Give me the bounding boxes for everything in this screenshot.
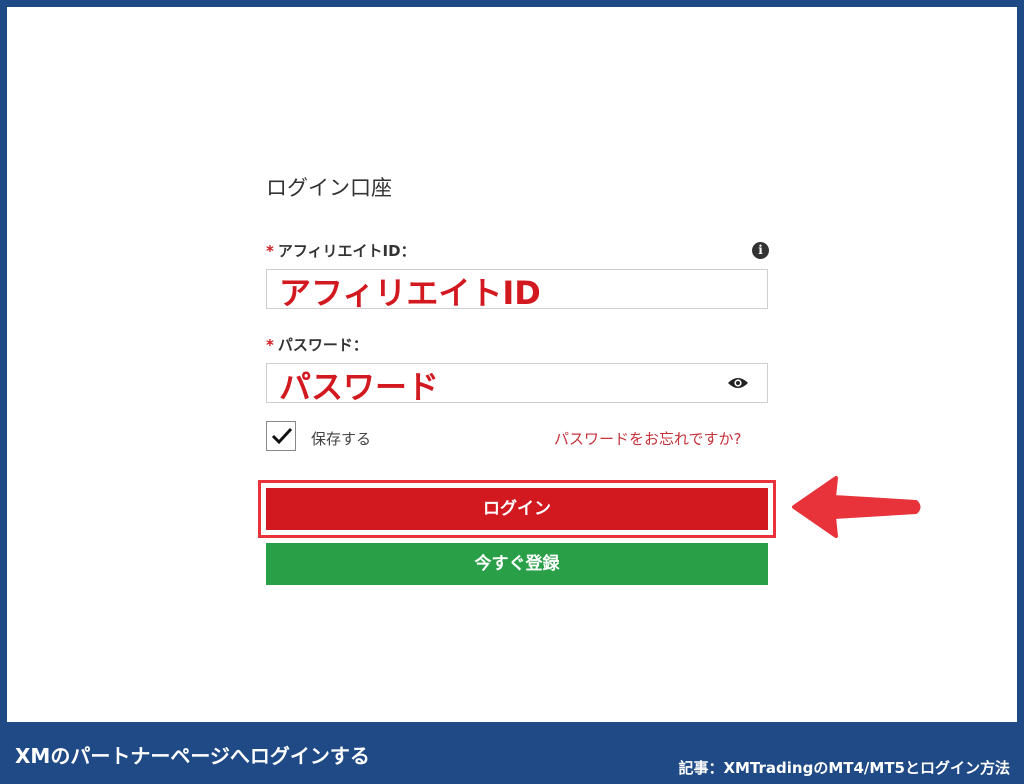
check-icon bbox=[271, 427, 293, 445]
required-mark: * bbox=[266, 242, 274, 260]
login-button[interactable]: ログイン bbox=[266, 488, 768, 530]
password-input[interactable]: パスワード bbox=[266, 363, 768, 406]
affiliate-id-input[interactable]: アフィリエイトID bbox=[266, 269, 768, 312]
info-icon[interactable]: i bbox=[752, 242, 769, 259]
register-button[interactable]: 今すぐ登録 bbox=[266, 543, 768, 585]
caption-article: 記事：XMTradingのMT4/MT5とログイン方法 bbox=[678, 759, 1010, 777]
required-mark: * bbox=[266, 336, 274, 354]
password-label: * パスワード： bbox=[266, 334, 368, 355]
forgot-password-link[interactable]: パスワードをお忘れですか? bbox=[554, 428, 742, 449]
remember-checkbox[interactable] bbox=[266, 421, 296, 451]
page-title: ログイン口座 bbox=[266, 176, 392, 200]
remember-label: 保存する bbox=[311, 430, 372, 448]
screenshot-frame: ログイン口座 * アフィリエイトID： i アフィリエイトID * パスワード： パ… bbox=[0, 0, 1024, 784]
eye-icon[interactable] bbox=[727, 376, 749, 390]
password-label-text: パスワード： bbox=[277, 336, 368, 354]
affiliate-id-label-text: アフィリエイトID： bbox=[277, 242, 416, 260]
caption-title: XMのパートナーページへログインする bbox=[15, 744, 370, 768]
arrow-left-icon bbox=[792, 476, 921, 538]
affiliate-id-label: * アフィリエイトID： bbox=[266, 240, 416, 261]
affiliate-id-value: アフィリエイトID bbox=[279, 274, 541, 312]
password-value: パスワード bbox=[279, 368, 440, 406]
